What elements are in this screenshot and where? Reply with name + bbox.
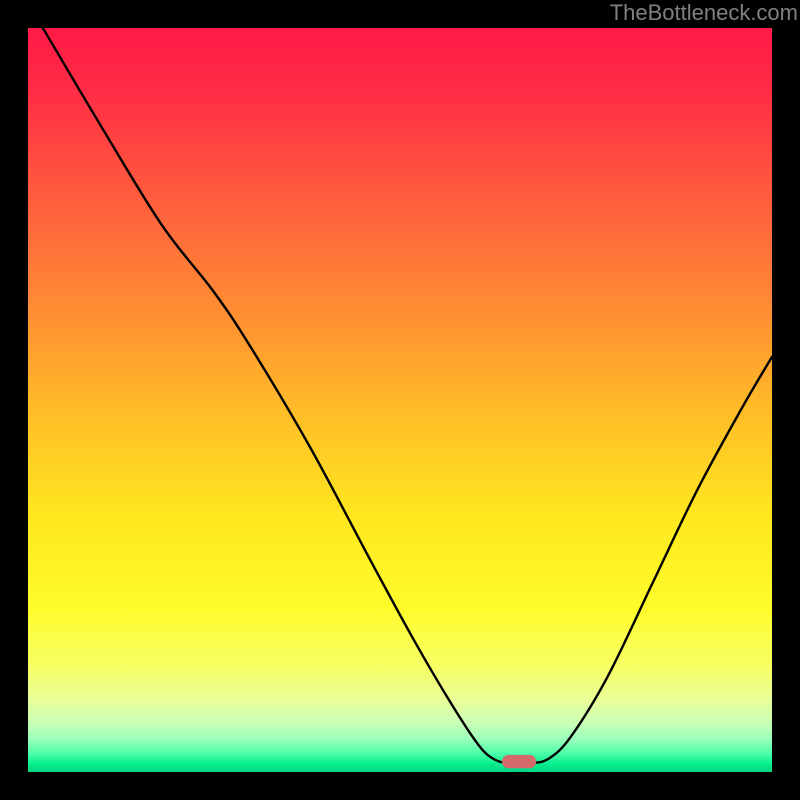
selected-point-marker [502,755,536,768]
chart-svg [28,28,772,772]
plot-area [28,28,772,772]
watermark-text: TheBottleneck.com [610,0,798,26]
gradient-background [28,28,772,772]
chart-container: TheBottleneck.com [0,0,800,800]
